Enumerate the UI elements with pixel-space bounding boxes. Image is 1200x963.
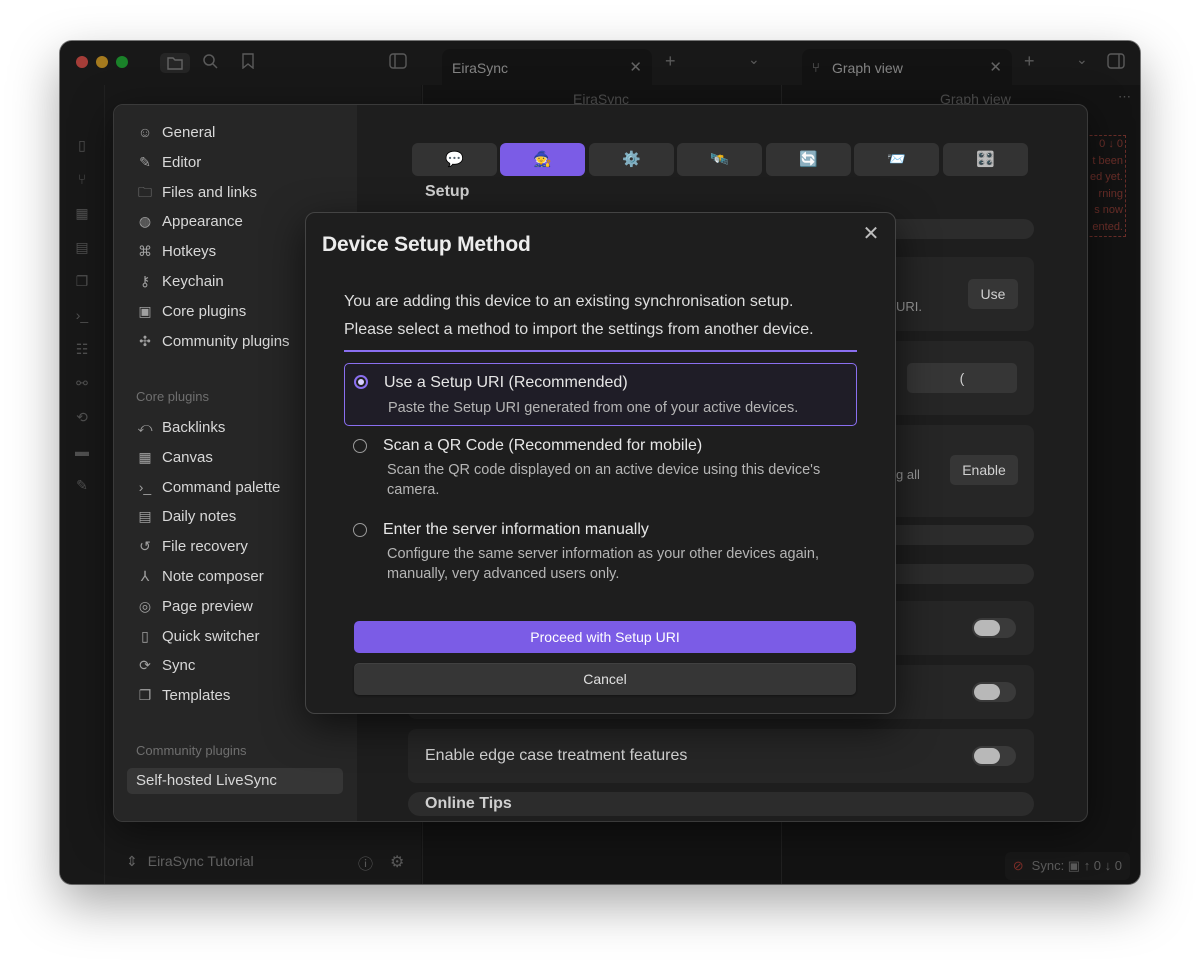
eye-scan-icon: ◎	[138, 597, 152, 614]
online-tips-bar: Online Tips	[408, 792, 1034, 816]
plug-box-icon: ▣	[138, 302, 152, 319]
folder-link-icon: 🗀	[138, 183, 152, 200]
option-manual[interactable]: Enter the server information manually Co…	[344, 517, 857, 587]
use-button[interactable]: Use	[968, 279, 1018, 309]
option-title: Use a Setup URI (Recommended)	[384, 374, 628, 391]
option-description: Configure the same server information as…	[387, 546, 819, 582]
sidebar-item-label: Appearance	[162, 213, 243, 231]
sidebar-item-label: Templates	[162, 687, 231, 705]
sidebar-item-quick-switcher[interactable]: ▯ Quick switcher	[136, 623, 260, 649]
sidebar-item-hotkeys[interactable]: ⌘ Hotkeys	[136, 238, 216, 264]
sidebar-item-daily-notes[interactable]: ▤ Daily notes	[136, 503, 236, 529]
sidebar-item-label: Core plugins	[162, 302, 247, 320]
sidebar-item-label: Quick switcher	[162, 627, 260, 645]
puzzle-icon: ✣	[139, 332, 151, 349]
backlink-icon: ⤺	[137, 419, 153, 435]
core-plugins-heading: Core plugins	[136, 389, 209, 404]
sidebar-item-label: Daily notes	[162, 508, 237, 526]
option-description: Paste the Setup URI generated from one o…	[388, 400, 799, 416]
sidebar-item-label: Hotkeys	[162, 243, 217, 261]
sidebar-item-self-hosted-livesync[interactable]: Self-hosted LiveSync	[127, 768, 343, 794]
copy-icon: ❐	[138, 687, 152, 704]
sidebar-item-sync[interactable]: ⟳ Sync	[136, 652, 195, 678]
terminal-icon: ›_	[138, 478, 152, 495]
calendar-icon: ▤	[138, 508, 152, 525]
community-plugins-heading: Community plugins	[136, 743, 247, 758]
sidebar-item-templates[interactable]: ❐ Templates	[136, 682, 231, 708]
sidebar-item-general[interactable]: ☺ General	[136, 119, 216, 145]
tab-message-icon[interactable]: 💬	[412, 143, 497, 176]
dialog-description-2: Please select a method to import the set…	[344, 321, 814, 338]
refresh-icon: ⟳	[139, 657, 151, 674]
accent-divider	[344, 350, 857, 352]
option-setup-uri[interactable]: Use a Setup URI (Recommended) Paste the …	[344, 363, 857, 426]
dialog-title: Device Setup Method	[322, 233, 531, 256]
merge-icon: ⅄	[140, 568, 150, 584]
sidebar-item-core-plugins[interactable]: ▣ Core plugins	[136, 298, 246, 324]
tab-sync-icon[interactable]: 🔄	[766, 143, 851, 176]
sidebar-item-label: Sync	[162, 657, 196, 675]
tab-envelope-icon[interactable]: 📨	[854, 143, 939, 176]
user-circle-icon: ☺	[137, 124, 153, 140]
sidebar-item-label: Backlinks	[162, 419, 226, 436]
tab-gear-icon[interactable]: ⚙️	[589, 143, 674, 176]
sidebar-item-label: Keychain	[162, 273, 224, 290]
radio-manual[interactable]	[353, 523, 367, 537]
sidebar-item-command-palette[interactable]: ›_ Command palette	[136, 474, 281, 500]
sidebar-item-file-recovery[interactable]: ↺ File recovery	[136, 533, 248, 559]
sidebar-item-files-and-links[interactable]: 🗀 Files and links	[136, 179, 257, 205]
sidebar-item-keychain[interactable]: ⚷ Keychain	[136, 268, 224, 294]
sidebar-item-label: Command palette	[162, 478, 281, 496]
edge-case-toggle[interactable]	[972, 746, 1016, 766]
radio-setup-uri[interactable]	[354, 375, 368, 389]
key-icon: ⚷	[139, 273, 151, 289]
row-desc-fragment: URI.	[896, 299, 922, 314]
sidebar-item-canvas[interactable]: ▦ Canvas	[136, 444, 213, 470]
sidebar-item-appearance[interactable]: ◍ Appearance	[136, 208, 243, 234]
enable-button[interactable]: Enable	[950, 455, 1018, 485]
tab-wizard-icon[interactable]: 🧙	[500, 143, 585, 176]
sidebar-item-label: Community plugins	[162, 332, 290, 350]
edge-case-label: Enable edge case treatment features	[425, 747, 688, 764]
sidebar-item-label: File recovery	[162, 538, 248, 556]
option-title: Enter the server information manually	[383, 521, 649, 538]
sidebar-item-label: Editor	[162, 153, 202, 171]
sidebar-item-label: Canvas	[162, 448, 213, 466]
palette-icon: ◍	[138, 213, 152, 230]
proceed-button[interactable]: Proceed with Setup URI	[354, 621, 856, 653]
sidebar-item-label: Note composer	[162, 568, 264, 585]
sidebar-item-label: Self-hosted LiveSync	[136, 772, 277, 789]
option-title: Scan a QR Code (Recommended for mobile)	[383, 437, 703, 454]
toggle-switch[interactable]	[972, 682, 1016, 702]
option-description: Scan the QR code displayed on an active …	[387, 462, 821, 498]
tab-satellite-icon[interactable]: 🛰️	[677, 143, 762, 176]
radio-qr-code[interactable]	[353, 439, 367, 453]
toggle-switch[interactable]	[972, 618, 1016, 638]
row-action-button[interactable]: (	[907, 363, 1017, 393]
sidebar-item-label: Page preview	[162, 597, 253, 615]
history-icon: ↺	[139, 538, 151, 555]
sidebar-item-label: General	[162, 124, 216, 141]
sidebar-item-backlinks[interactable]: ⤺ Backlinks	[136, 414, 226, 440]
option-qr-code[interactable]: Scan a QR Code (Recommended for mobile) …	[344, 433, 857, 503]
pencil-icon: ✎	[139, 153, 151, 170]
tab-blocks-icon[interactable]: 🎛️	[943, 143, 1028, 176]
setup-section-title: Setup	[425, 183, 470, 200]
command-icon: ⌘	[138, 243, 152, 260]
sidebar-item-editor[interactable]: ✎ Editor	[136, 149, 201, 175]
file-search-icon: ▯	[141, 627, 149, 644]
sidebar-item-page-preview[interactable]: ◎ Page preview	[136, 593, 253, 619]
row-desc-fragment: g all	[896, 467, 920, 482]
close-icon[interactable]: ✕	[859, 222, 883, 246]
online-tips-title[interactable]: Online Tips	[425, 795, 512, 813]
sidebar-item-label: Files and links	[162, 183, 258, 201]
dialog-description-1: You are adding this device to an existin…	[344, 293, 794, 310]
canvas-icon: ▦	[138, 448, 152, 465]
sidebar-item-community-plugins[interactable]: ✣ Community plugins	[136, 328, 290, 354]
device-setup-dialog: Device Setup Method ✕ You are adding thi…	[305, 212, 896, 714]
sidebar-item-note-composer[interactable]: ⅄ Note composer	[136, 563, 264, 589]
cancel-button[interactable]: Cancel	[354, 663, 856, 695]
setting-row-edge-case: Enable edge case treatment features	[408, 729, 1034, 783]
